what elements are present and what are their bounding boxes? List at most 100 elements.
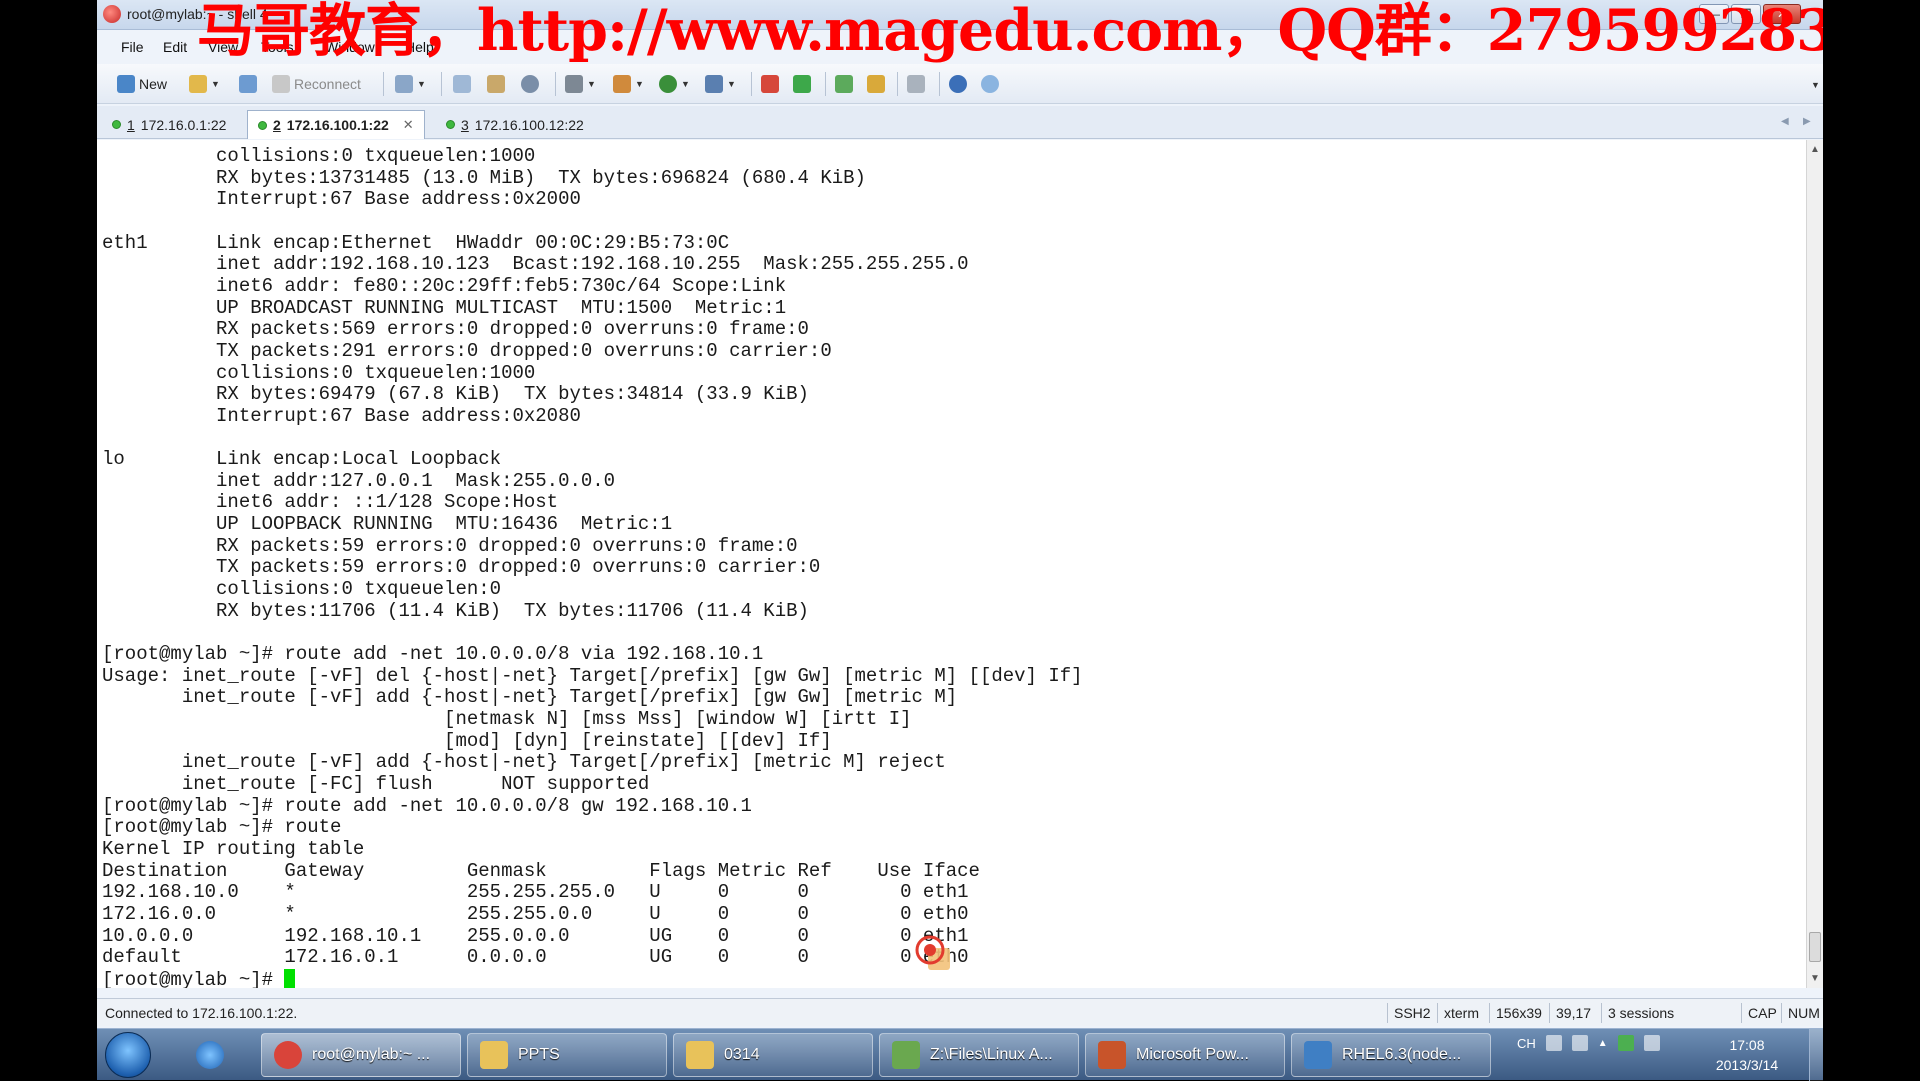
tab-session-3[interactable]: 3 172.16.100.12:22	[435, 110, 595, 138]
menu-file[interactable]: File	[121, 39, 144, 55]
lock-button[interactable]	[867, 73, 885, 95]
toolbar-overflow-icon[interactable]: ▼	[1811, 80, 1820, 90]
tab-number: 2	[273, 117, 281, 133]
reconnect-icon	[272, 75, 290, 93]
terminal-line: RX bytes:69479 (67.8 KiB) TX bytes:34814…	[102, 383, 809, 406]
folder-open-icon	[189, 75, 207, 93]
scroll-thumb[interactable]	[1809, 932, 1821, 962]
terminal-line: UP BROADCAST RUNNING MULTICAST MTU:1500 …	[102, 296, 787, 319]
window-switch-icon[interactable]	[1571, 1035, 1588, 1051]
start-button[interactable]	[105, 1032, 151, 1078]
tab-scroll-right-icon[interactable]: ▶	[1803, 116, 1811, 127]
powerpoint-icon	[1098, 1041, 1126, 1069]
terminal-output[interactable]: collisions:0 txqueuelen:1000 RX bytes:13…	[97, 140, 1806, 988]
securecrt-window: root@mylab:~ - shell 4 — ❐ ✕ 马哥教育，http:/…	[97, 0, 1823, 1080]
network-icon[interactable]	[1643, 1035, 1660, 1051]
network-activity-icon[interactable]	[1617, 1035, 1634, 1051]
menu-edit[interactable]: Edit	[163, 39, 187, 55]
find-button[interactable]	[521, 73, 539, 95]
terminal-line: 192.168.10.0 * 255.255.255.0 U 0 0 0 eth…	[102, 881, 969, 904]
terminal-line: RX bytes:11706 (11.4 KiB) TX bytes:11706…	[102, 599, 809, 622]
taskbar-item-label: root@mylab:~ ...	[312, 1046, 431, 1063]
chat-button[interactable]	[981, 73, 999, 95]
windows-taskbar: root@mylab:~ ... PPTS 0314 Z:\Files\Linu…	[97, 1028, 1823, 1081]
clock-time: 17:08	[1729, 1037, 1765, 1053]
quick-connect-button[interactable]	[239, 73, 257, 95]
session-count-indicator: 3 sessions	[1601, 1003, 1680, 1023]
tab-scroll-left-icon[interactable]: ◀	[1781, 116, 1789, 127]
securefx-button[interactable]	[793, 73, 811, 95]
toolbar-divider	[383, 72, 384, 96]
pinned-internet-explorer[interactable]	[177, 1033, 247, 1077]
reconnect-button[interactable]: Reconnect	[272, 73, 361, 95]
terminal-type-indicator: xterm	[1437, 1003, 1485, 1023]
terminal-line: Kernel IP routing table	[102, 837, 365, 860]
tab-label: 172.16.100.12:22	[474, 116, 584, 133]
print-button[interactable]: ▼	[565, 73, 596, 95]
clock-date: 2013/3/14	[1715, 1057, 1779, 1073]
tab-session-2[interactable]: 2 172.16.100.1:22 ✕	[247, 110, 425, 139]
close-tab-icon[interactable]: ✕	[403, 117, 414, 133]
paste-button[interactable]	[487, 73, 505, 95]
terminal-line: collisions:0 txqueuelen:1000	[102, 361, 536, 384]
tab-number: 1	[127, 116, 135, 133]
show-desktop-button[interactable]	[1809, 1029, 1823, 1081]
terminal-scrollbar[interactable]: ▲ ▼	[1806, 140, 1823, 988]
chat-bubble-icon	[981, 75, 999, 93]
copy-button[interactable]	[453, 73, 471, 95]
terminal-lines: collisions:0 txqueuelen:1000 RX bytes:13…	[102, 145, 1083, 969]
terminal-line: TX packets:59 errors:0 dropped:0 overrun…	[102, 556, 821, 579]
taskbar-item-ppts[interactable]: PPTS	[467, 1033, 667, 1077]
help-button[interactable]	[949, 73, 967, 95]
system-tray: CH ▲	[1517, 1035, 1660, 1051]
transfer-button[interactable]: ▼	[613, 73, 644, 95]
terminal-line: eth1 Link encap:Ethernet HWaddr 00:0C:29…	[102, 231, 730, 254]
sftp-button[interactable]	[761, 73, 779, 95]
terminal-line: RX packets:59 errors:0 dropped:0 overrun…	[102, 534, 798, 557]
search-icon	[521, 75, 539, 93]
keyboard-button[interactable]	[907, 73, 925, 95]
terminal-line: collisions:0 txqueuelen:0	[102, 578, 502, 601]
terminal-line: inet_route [-vF] add {-host|-net} Target…	[102, 686, 958, 709]
terminal-line: [netmask N] [mss Mss] [window W] [irtt I…	[102, 708, 912, 731]
new-label: New	[139, 76, 168, 92]
folder-icon	[686, 1041, 714, 1069]
scroll-up-icon[interactable]: ▲	[1810, 144, 1820, 155]
editor-icon	[892, 1041, 920, 1069]
tile-button[interactable]	[835, 73, 853, 95]
connected-status-icon	[258, 120, 267, 130]
new-session-icon	[117, 75, 135, 93]
taskbar-item-securecrt[interactable]: root@mylab:~ ...	[261, 1033, 461, 1077]
copy-icon	[453, 75, 471, 93]
securecrt-icon	[274, 1041, 302, 1069]
watermark-banner: 马哥教育，http://www.magedu.com，QQ群：279599283	[197, 0, 1823, 64]
taskbar-item-vmware[interactable]: RHEL6.3(node...	[1291, 1033, 1491, 1077]
scroll-down-icon[interactable]: ▼	[1810, 973, 1820, 984]
session-tab-bar: 1 172.16.0.1:22 2 172.16.100.1:22 ✕ 3 17…	[97, 106, 1823, 139]
keymap-button[interactable]: ▼	[705, 73, 736, 95]
securefx-icon	[793, 75, 811, 93]
taskbar-item-editor[interactable]: Z:\Files\Linux A...	[879, 1033, 1079, 1077]
terminal-size-indicator: 156x39	[1489, 1003, 1548, 1023]
session-options-button[interactable]: ▼	[395, 73, 426, 95]
ime-indicator[interactable]: CH	[1517, 1036, 1536, 1051]
keyboard-icon[interactable]	[1545, 1035, 1562, 1051]
internet-explorer-icon	[196, 1041, 224, 1069]
num-lock-indicator: NUM	[1781, 1003, 1823, 1023]
terminal-line: inet6 addr: fe80::20c:29ff:feb5:730c/64 …	[102, 274, 787, 297]
show-hidden-icons-icon[interactable]: ▲	[1598, 1038, 1608, 1049]
new-session-button[interactable]: New	[117, 73, 167, 95]
script-button[interactable]: ▼	[659, 73, 690, 95]
help-icon	[949, 75, 967, 93]
terminal-line: [root@mylab ~]# route add -net 10.0.0.0/…	[102, 794, 752, 817]
taskbar-item-powerpoint[interactable]: Microsoft Pow...	[1085, 1033, 1285, 1077]
taskbar-item-0314[interactable]: 0314	[673, 1033, 873, 1077]
toolbar-divider	[555, 72, 556, 96]
terminal-line: inet addr:192.168.10.123 Bcast:192.168.1…	[102, 253, 969, 276]
toolbar-divider	[751, 72, 752, 96]
sftp-icon	[761, 75, 779, 93]
tab-session-1[interactable]: 1 172.16.0.1:22	[101, 110, 237, 138]
taskbar-clock[interactable]: 17:08 2013/3/14	[1707, 1035, 1787, 1075]
open-session-button[interactable]: ▼	[189, 73, 220, 95]
